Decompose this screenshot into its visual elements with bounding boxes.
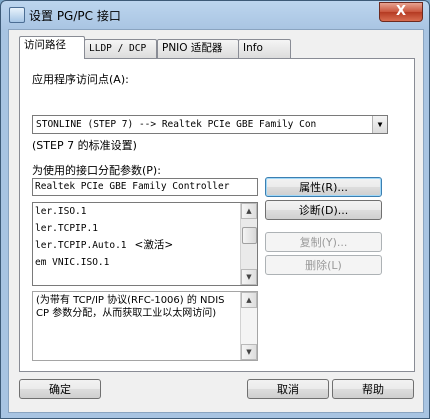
list-item-text: ler.TCPIP.1 bbox=[35, 223, 98, 234]
list-item[interactable]: ler.TCPIP.1 bbox=[33, 220, 257, 237]
properties-button[interactable]: 属性(R)... bbox=[265, 177, 382, 197]
tab-info-label: Info bbox=[243, 42, 263, 54]
help-button[interactable]: 帮助 bbox=[332, 379, 414, 399]
list-item[interactable]: ler.ISO.1 bbox=[33, 203, 257, 220]
app-icon bbox=[9, 7, 25, 23]
tab-info[interactable]: Info bbox=[238, 39, 291, 58]
list-item[interactable]: ler.TCPIP.Auto.1 <激活> bbox=[33, 237, 257, 254]
scroll-up-icon[interactable]: ▲ bbox=[241, 203, 257, 219]
description-scrollbar[interactable]: ▲ ▼ bbox=[240, 292, 257, 360]
active-tag: <激活> bbox=[134, 239, 174, 251]
scroll-thumb[interactable] bbox=[242, 227, 257, 244]
ok-button[interactable]: 确定 bbox=[19, 379, 101, 399]
list-scrollbar[interactable]: ▲ ▼ bbox=[240, 203, 257, 285]
list-item[interactable]: em VNIC.ISO.1 bbox=[33, 254, 257, 271]
scroll-up-icon[interactable]: ▲ bbox=[241, 292, 257, 308]
description-box: (为带有 TCP/IP 协议(RFC-1006) 的 NDIS CP 参数分配，… bbox=[32, 291, 258, 361]
interface-label: 为使用的接口分配参数(P): bbox=[32, 164, 161, 177]
list-item-text: ler.TCPIP.Auto.1 bbox=[35, 240, 127, 251]
description-text: (为带有 TCP/IP 协议(RFC-1006) 的 NDIS CP 参数分配，… bbox=[36, 295, 225, 319]
window-title: 设置 PG/PC 接口 bbox=[29, 9, 121, 23]
tab-access-path[interactable]: 访问路径 bbox=[19, 36, 85, 59]
title-bar[interactable]: 设置 PG/PC 接口 X bbox=[1, 1, 429, 29]
tab-pnio-adapter-label: PNIO 适配器 bbox=[162, 42, 223, 54]
interface-list[interactable]: ler.ISO.1 ler.TCPIP.1 ler.TCPIP.Auto.1 <激… bbox=[32, 202, 258, 286]
close-button[interactable]: X bbox=[379, 2, 423, 22]
cancel-button[interactable]: 取消 bbox=[247, 379, 329, 399]
list-item-text: em VNIC.ISO.1 bbox=[35, 257, 110, 268]
interface-field[interactable]: Realtek PCIe GBE Family Controller bbox=[32, 178, 258, 196]
scroll-down-icon[interactable]: ▼ bbox=[241, 344, 257, 360]
delete-button[interactable]: 删除(L) bbox=[265, 255, 382, 275]
dialog-window: 设置 PG/PC 接口 X 访问路径 LLDP / DCP PNIO 适配器 I… bbox=[0, 0, 430, 419]
interface-value: Realtek PCIe GBE Family Controller bbox=[35, 181, 230, 192]
list-item-text: ler.ISO.1 bbox=[35, 206, 87, 217]
access-point-label: 应用程序访问点(A): bbox=[32, 73, 129, 86]
scroll-down-icon[interactable]: ▼ bbox=[241, 269, 257, 285]
diagnostics-button[interactable]: 诊断(D)... bbox=[265, 200, 382, 220]
dialog-client: 访问路径 LLDP / DCP PNIO 适配器 Info 应用程序访问点(A)… bbox=[8, 29, 424, 413]
copy-button[interactable]: 复制(Y)... bbox=[265, 232, 382, 252]
access-point-hint: (STEP 7 的标准设置) bbox=[32, 139, 137, 152]
access-path-panel: 应用程序访问点(A): STONLINE (STEP 7) --> Realte… bbox=[19, 58, 415, 372]
chevron-down-icon[interactable]: ▼ bbox=[372, 116, 387, 133]
access-point-value: STONLINE (STEP 7) --> Realtek PCIe GBE F… bbox=[36, 119, 317, 130]
tab-pnio-adapter[interactable]: PNIO 适配器 bbox=[157, 39, 239, 58]
tab-lldp-dcp[interactable]: LLDP / DCP bbox=[84, 39, 157, 58]
access-point-select[interactable]: STONLINE (STEP 7) --> Realtek PCIe GBE F… bbox=[32, 115, 388, 134]
tab-lldp-dcp-label: LLDP / DCP bbox=[89, 43, 147, 54]
